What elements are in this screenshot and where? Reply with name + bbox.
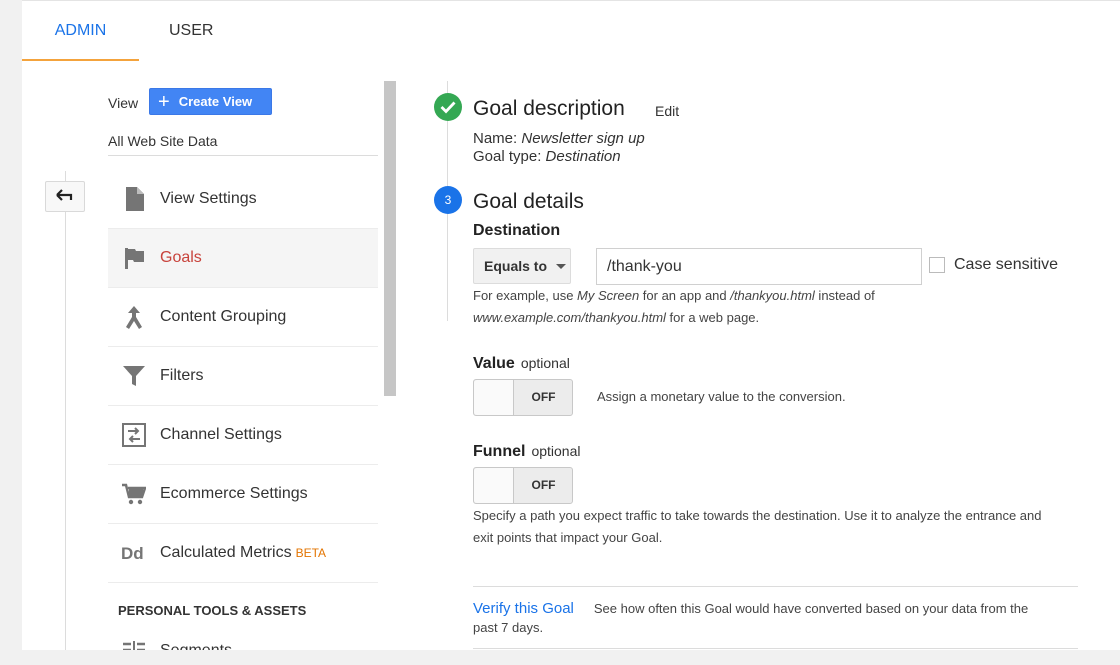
toggle-state: OFF <box>531 478 556 492</box>
toggle-state: OFF <box>531 390 556 404</box>
divider <box>108 155 378 156</box>
sidebar-item-view-settings[interactable]: View Settings <box>108 170 378 229</box>
sidebar-item-label: Calculated Metrics <box>160 544 292 561</box>
sidebar-item-label: Filters <box>160 367 204 384</box>
sidebar-item-segments[interactable]: Segments <box>108 631 378 650</box>
cart-icon <box>120 480 148 508</box>
value-optional: optional <box>520 355 570 371</box>
help-example: www.example.com/thankyou.html <box>473 310 666 325</box>
verify-goal-link[interactable]: Verify this Goal <box>473 600 574 617</box>
funnel-description: Specify a path you expect traffic to tak… <box>473 505 1042 549</box>
beta-badge: BETA <box>295 546 327 560</box>
case-sensitive-checkbox[interactable] <box>929 257 945 273</box>
destination-help-text: For example, use My Screen for an app an… <box>473 285 875 329</box>
funnel-toggle[interactable]: OFF <box>473 467 573 504</box>
sidebar-item-label: Ecommerce Settings <box>160 485 308 502</box>
sidebar-item-label: View Settings <box>160 190 257 207</box>
help-text: For example, use <box>473 288 578 303</box>
goal-type-label: Goal type: <box>473 148 542 165</box>
sidebar-item-goals[interactable]: Goals <box>108 229 378 288</box>
sidebar-menu: View Settings Goals Content Grouping Fil… <box>108 170 378 650</box>
help-text: instead of <box>814 288 875 303</box>
sidebar-item-filters[interactable]: Filters <box>108 347 378 406</box>
help-text: Specify a path you expect traffic to tak… <box>473 508 1042 523</box>
divider <box>473 648 1078 649</box>
help-text: exit points that impact your Goal. <box>473 530 663 545</box>
flag-icon <box>120 244 148 272</box>
create-view-label: Create View <box>178 94 253 109</box>
help-example: My Screen <box>577 288 640 303</box>
value-description: Assign a monetary value to the conversio… <box>597 389 846 404</box>
step-complete-check-icon <box>434 93 462 121</box>
back-arrow-icon <box>56 188 74 206</box>
plus-icon: + <box>158 90 170 113</box>
sidebar-item-ecommerce-settings[interactable]: Ecommerce Settings <box>108 465 378 524</box>
goal-name-value: Newsletter sign up <box>521 130 645 147</box>
goal-setup: Goal description Edit Name: Newsletter s… <box>432 81 1092 650</box>
admin-panel: ADMIN USER View + Create View All Web Si… <box>22 0 1120 650</box>
tab-admin[interactable]: ADMIN <box>22 1 139 61</box>
column-divider <box>65 171 66 650</box>
funnel-optional: optional <box>531 443 581 459</box>
verify-description-cont: past 7 days. <box>473 620 544 635</box>
help-text: for an app and <box>639 288 731 303</box>
goal-type-value: Destination <box>545 148 621 165</box>
filter-icon <box>120 362 148 390</box>
channel-icon <box>120 421 148 449</box>
sidebar-item-label: Channel Settings <box>160 426 282 443</box>
dd-icon: Dd <box>120 539 148 567</box>
goal-details-title: Goal details <box>473 190 584 213</box>
match-type-value: Equals to <box>484 258 548 274</box>
view-label: View <box>108 95 139 111</box>
create-view-button[interactable]: + Create View <box>149 88 272 115</box>
divider <box>473 586 1078 587</box>
funnel-label: Funnel optional <box>473 443 580 461</box>
destination-input[interactable] <box>596 248 922 285</box>
section-header-personal-tools: PERSONAL TOOLS & ASSETS <box>118 603 307 618</box>
verify-section: Verify this Goal See how often this Goal … <box>473 599 1073 637</box>
view-selector[interactable]: All Web Site Data <box>108 133 217 149</box>
funnel-title: Funnel <box>473 443 526 460</box>
toggle-knob <box>474 468 514 503</box>
svg-text:Dd: Dd <box>121 544 144 563</box>
destination-label: Destination <box>473 222 561 239</box>
verify-description: See how often this Goal would have conve… <box>593 601 1029 616</box>
document-icon <box>120 185 148 213</box>
merge-icon <box>120 303 148 331</box>
sidebar-scrollbar[interactable] <box>384 81 396 396</box>
sidebar-item-content-grouping[interactable]: Content Grouping <box>108 288 378 347</box>
sidebar-item-channel-settings[interactable]: Channel Settings <box>108 406 378 465</box>
tab-user[interactable]: USER <box>169 1 213 61</box>
value-title: Value <box>473 355 515 372</box>
sidebar-item-label: Goals <box>160 249 202 266</box>
help-text: for a web page. <box>665 310 760 325</box>
tab-bar: ADMIN USER <box>22 1 1120 61</box>
help-example: /thankyou.html <box>730 288 815 303</box>
value-label: Value optional <box>473 355 570 373</box>
sidebar-item-label: Content Grouping <box>160 308 287 325</box>
edit-goal-description-link[interactable]: Edit <box>655 103 679 119</box>
goal-name-line: Name: Newsletter sign up <box>473 130 645 147</box>
segments-icon <box>120 637 148 650</box>
goal-name-label: Name: <box>473 130 518 147</box>
goal-description-title: Goal description <box>473 97 625 120</box>
goal-type-line: Goal type: Destination <box>473 148 621 165</box>
toggle-knob <box>474 380 514 415</box>
match-type-dropdown[interactable]: Equals to <box>473 248 571 284</box>
back-button[interactable] <box>45 181 85 212</box>
sidebar-item-calculated-metrics[interactable]: Dd Calculated Metrics BETA <box>108 524 378 583</box>
case-sensitive-label: Case sensitive <box>954 256 1059 273</box>
step-number-badge: 3 <box>434 186 462 214</box>
value-toggle[interactable]: OFF <box>473 379 573 416</box>
sidebar: View + Create View All Web Site Data Vie… <box>108 81 378 650</box>
caret-down-icon <box>556 263 567 269</box>
sidebar-item-label: Segments <box>160 642 232 650</box>
